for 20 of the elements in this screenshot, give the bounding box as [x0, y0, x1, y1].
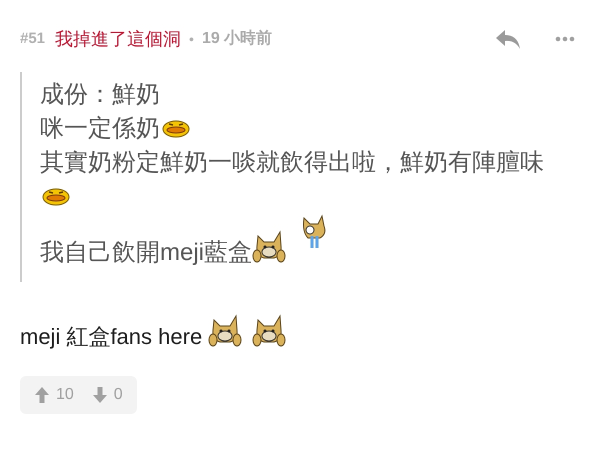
post-number: #51	[20, 28, 46, 49]
author-link[interactable]: 我掉進了這個洞	[55, 26, 182, 52]
drooling-dog-icon	[300, 214, 328, 250]
more-button[interactable]	[553, 34, 577, 44]
downvote-button[interactable]: 0	[92, 383, 123, 407]
separator: •	[189, 30, 194, 48]
dog-icon	[252, 228, 286, 264]
upvote-button[interactable]: 10	[34, 383, 74, 407]
down-arrow-icon	[92, 386, 108, 404]
quote-text: 咪一定係奶	[40, 115, 160, 142]
up-arrow-icon	[34, 386, 50, 404]
reply-icon	[495, 28, 521, 50]
quote-text: 其實奶粉定鮮奶一啖就飲得出啦，鮮奶有陣膻味	[40, 149, 544, 176]
more-icon	[555, 36, 575, 42]
reply-text: meji 紅盒fans here	[20, 324, 204, 349]
post-time: 19 小時前	[202, 28, 272, 49]
quote-text: 成份：鮮奶	[40, 81, 160, 108]
dog-icon	[252, 312, 286, 348]
dog-icon	[208, 312, 242, 348]
quote-text: 我自己飲開meji藍盒	[40, 239, 252, 266]
